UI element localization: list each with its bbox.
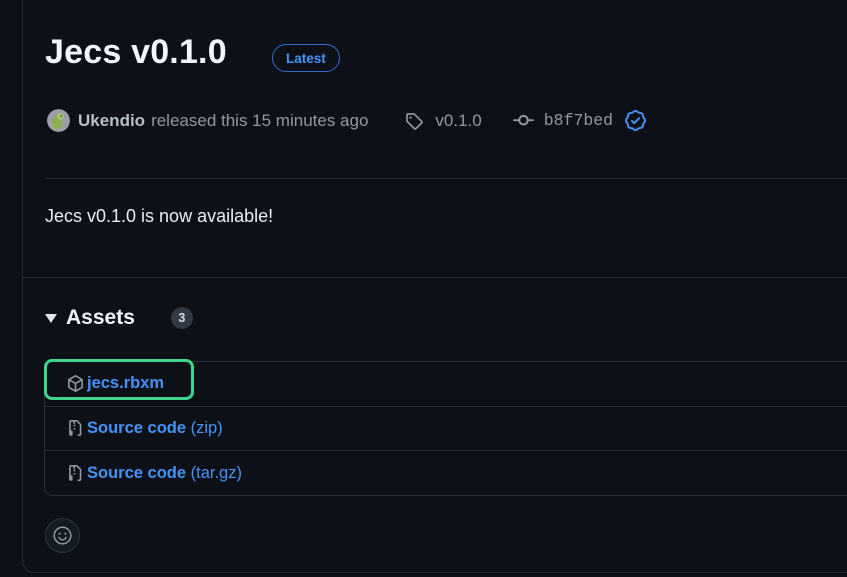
verified-icon[interactable] <box>625 110 646 131</box>
asset-row-source-targz: Source code (tar.gz) <box>45 450 847 495</box>
asset-link-jecs-rbxm[interactable]: jecs.rbxm <box>87 374 164 393</box>
asset-suffix: (zip) <box>186 419 223 438</box>
asset-link-source-targz[interactable]: Source code (tar.gz) <box>87 464 242 483</box>
git-commit-icon <box>513 110 534 131</box>
tag-name: v0.1.0 <box>435 111 481 131</box>
tag-icon <box>405 112 423 130</box>
tag-group: v0.1.0 <box>405 111 481 131</box>
assets-count-badge: 3 <box>171 307 193 329</box>
avatar[interactable] <box>47 109 70 132</box>
body-divider <box>23 277 847 278</box>
page-title: Jecs v0.1.0 <box>45 33 227 72</box>
asset-suffix: (tar.gz) <box>186 464 242 483</box>
asset-row-source-zip: Source code (zip) <box>45 406 847 451</box>
latest-badge: Latest <box>272 44 340 72</box>
asset-row-jecs-rbxm: jecs.rbxm <box>45 362 847 406</box>
asset-name: jecs.rbxm <box>87 374 164 393</box>
asset-link-source-zip[interactable]: Source code (zip) <box>87 419 223 438</box>
author-link[interactable]: Ukendio <box>78 111 145 131</box>
header-divider <box>45 178 847 179</box>
commit-sha-link[interactable]: b8f7bed <box>544 111 613 130</box>
asset-list: jecs.rbxm Source code (zip) Source code … <box>44 361 847 496</box>
disclosure-triangle-icon <box>45 314 57 323</box>
release-page: Jecs v0.1.0 Latest Ukendio released this… <box>0 0 847 577</box>
file-zip-icon <box>67 420 84 437</box>
asset-name: Source code <box>87 464 186 483</box>
commit-group: b8f7bed <box>513 110 646 131</box>
smiley-icon <box>53 526 72 545</box>
package-icon <box>67 375 84 392</box>
byline-text: released this 15 minutes ago <box>151 111 368 131</box>
add-reaction-button[interactable] <box>45 518 80 553</box>
release-body-text: Jecs v0.1.0 is now available! <box>45 206 273 227</box>
asset-name: Source code <box>87 419 186 438</box>
assets-disclosure[interactable]: Assets 3 <box>45 306 193 330</box>
release-byline: Ukendio released this 15 minutes ago v0.… <box>47 108 646 133</box>
assets-heading: Assets <box>66 306 135 330</box>
avatar-image <box>47 109 70 132</box>
file-zip-icon <box>67 465 84 482</box>
